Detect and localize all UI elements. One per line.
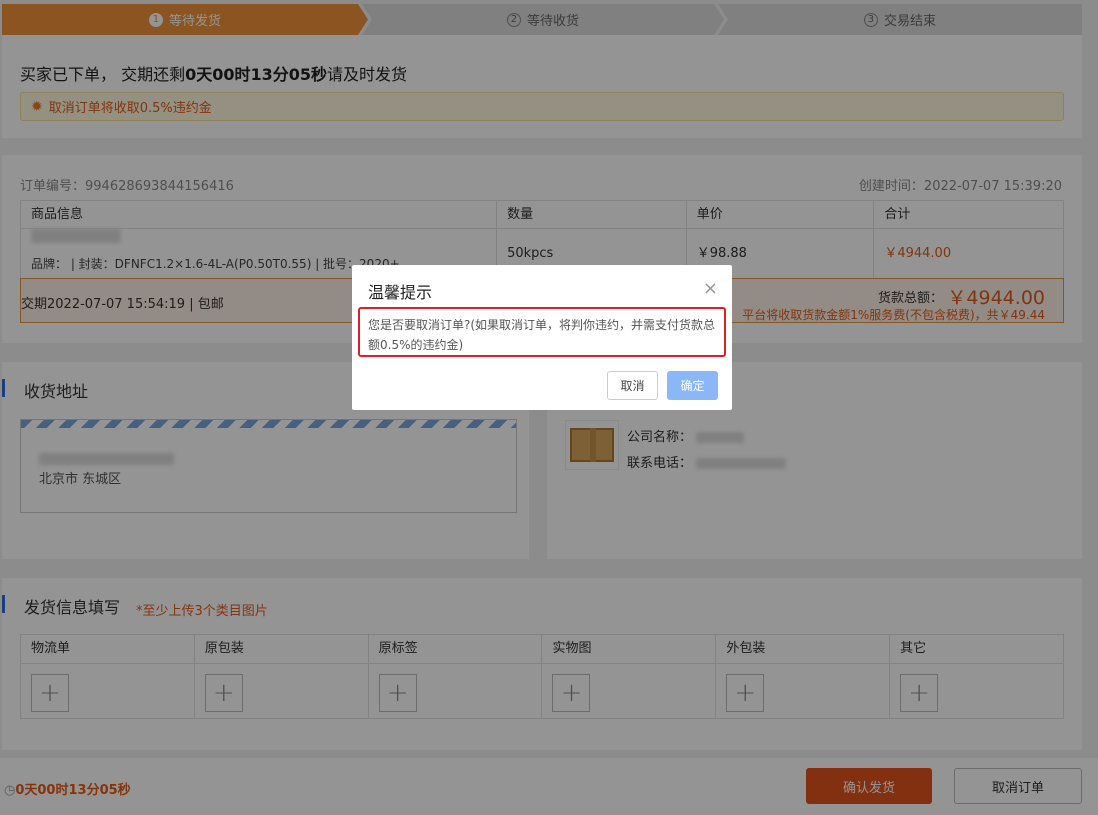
confirm-dialog: 温馨提示 × 您是否要取消订单?(如果取消订单，将判你违约，并需支付货款总额0.…	[352, 265, 732, 410]
dialog-ok-button[interactable]: 确定	[667, 371, 718, 400]
close-icon[interactable]: ×	[703, 278, 718, 299]
dialog-message: 您是否要取消订单?(如果取消订单，将判你违约，并需支付货款总额0.5%的违约金)	[358, 307, 726, 357]
dialog-title: 温馨提示	[368, 283, 433, 302]
dialog-cancel-button[interactable]: 取消	[607, 371, 658, 400]
